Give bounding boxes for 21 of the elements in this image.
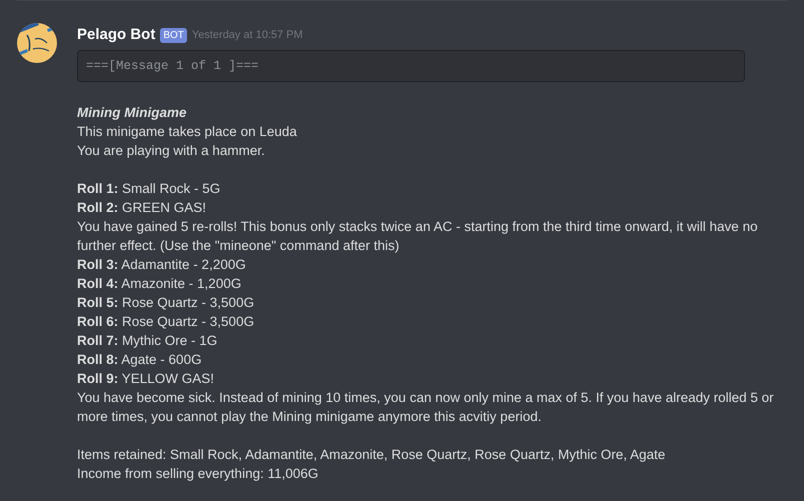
message-line: Roll 6: Rose Quartz - 3,500G [77, 313, 256, 331]
message-line: Roll 9: YELLOW GAS! [77, 370, 216, 388]
message-line: Income from selling everything: 11,006G [77, 465, 320, 483]
timestamp: Yesterday at 10:57 PM [192, 28, 303, 43]
message-line: Items retained: Small Rock, Adamantite, Amazonite, Rose Quartz, Rose Quartz, Mythic Ore, Agate [77, 446, 666, 464]
message-line: Roll 8: Agate - 600G [77, 351, 203, 369]
code-block: ===[Message 1 of 1 ]=== [77, 50, 745, 82]
message-line: Roll 2: GREEN GAS! [77, 199, 208, 217]
message-line: Roll 7: Mythic Ore - 1G [77, 332, 218, 350]
message-title: Mining Minigame [77, 104, 188, 122]
avatar-logo [17, 23, 57, 63]
message-line: You have become sick. Instead of mining 10 times, you can now only mine a max of 5. If you have already rolled 5 or more times, you cannot play the Mining minigame anymore this acvitiy period. [77, 389, 775, 426]
message-line: This minigame takes place on Leuda [77, 123, 298, 141]
message-line: You are playing with a hammer. [77, 142, 266, 160]
message-line: Roll 4: Amazonite - 1,200G [77, 275, 242, 293]
message-line: Roll 1: Small Rock - 5G [77, 180, 222, 198]
author-name[interactable]: Pelago Bot [77, 24, 156, 46]
message-line: You have gained 5 re-rolls! This bonus only stacks twice an AC - starting from the third time onward, it will have no further effect. (Use the "mineone" command after this) [77, 218, 759, 255]
message-line: Roll 5: Rose Quartz - 3,500G [77, 294, 256, 312]
bot-tag: BOT [160, 28, 187, 42]
message-line: Roll 3: Adamantite - 2,200G [77, 256, 247, 274]
